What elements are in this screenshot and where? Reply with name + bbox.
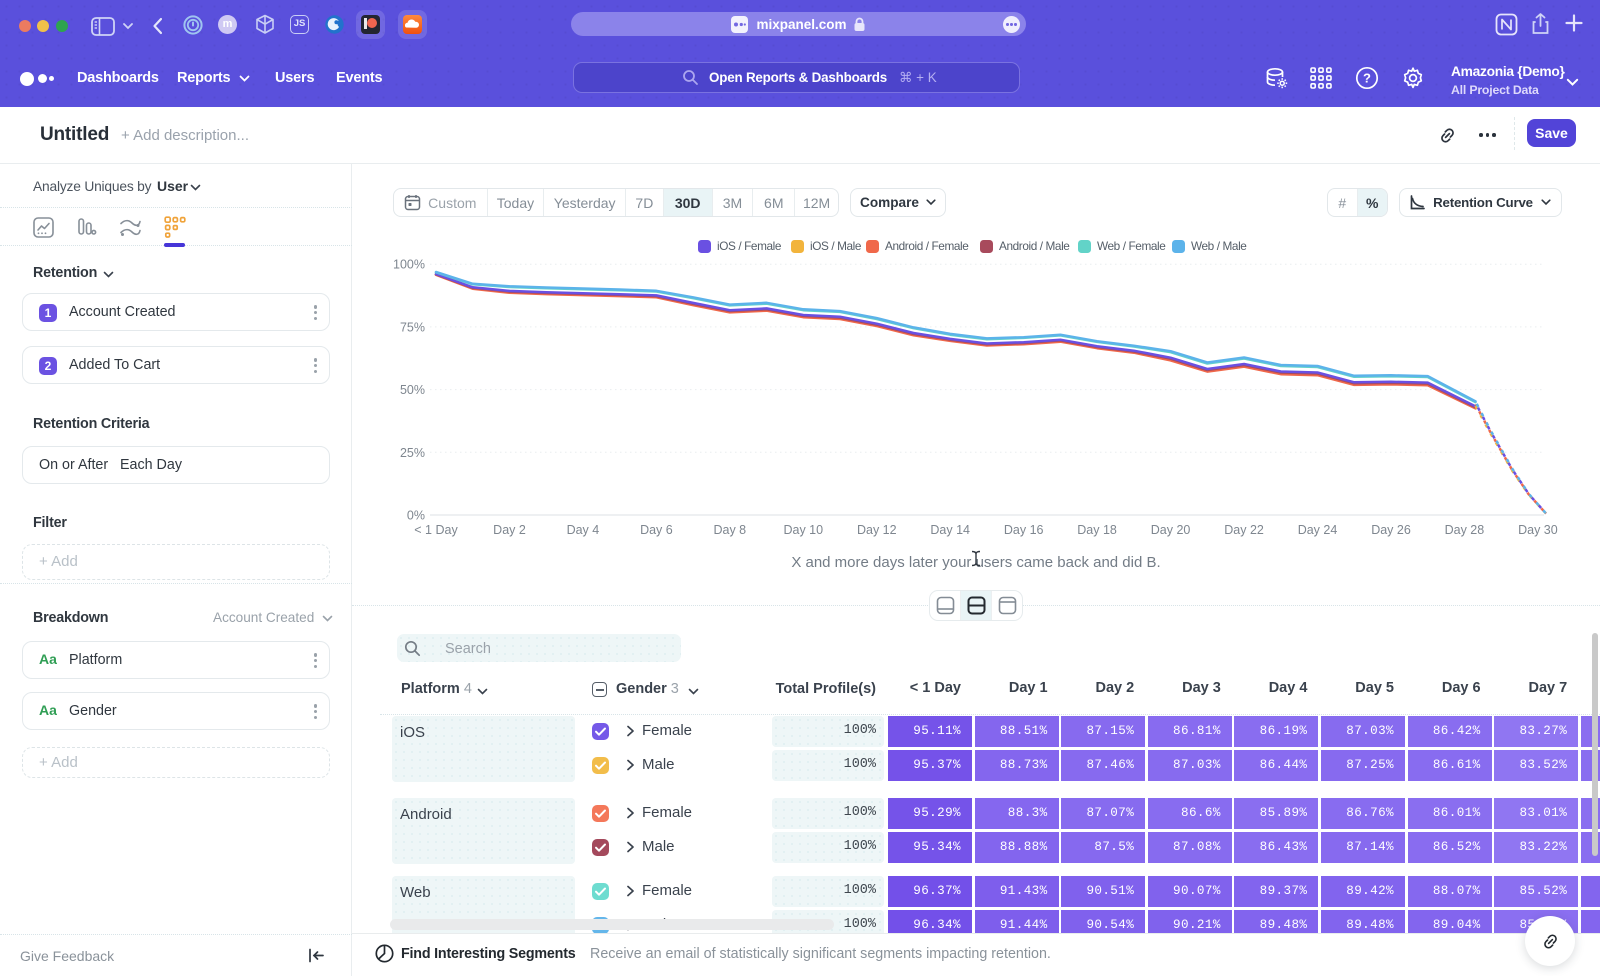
- svg-text:Day 6: Day 6: [640, 523, 673, 537]
- svg-text:Day 24: Day 24: [1298, 523, 1338, 537]
- svg-text:Day 26: Day 26: [1371, 523, 1411, 537]
- svg-text:?: ?: [1363, 71, 1371, 86]
- svg-text:Day 12: Day 12: [857, 523, 897, 537]
- svg-text:25%: 25%: [400, 446, 425, 460]
- svg-text:Day 14: Day 14: [930, 523, 970, 537]
- svg-text:Day 28: Day 28: [1445, 523, 1485, 537]
- svg-text:50%: 50%: [400, 383, 425, 397]
- svg-text:Day 22: Day 22: [1224, 523, 1264, 537]
- svg-text:Day 18: Day 18: [1077, 523, 1117, 537]
- svg-text:< 1 Day: < 1 Day: [414, 523, 458, 537]
- svg-text:100%: 100%: [393, 258, 425, 272]
- svg-text:0%: 0%: [407, 509, 425, 523]
- svg-text:Day 20: Day 20: [1151, 523, 1191, 537]
- svg-text:Day 30: Day 30: [1518, 523, 1558, 537]
- svg-text:75%: 75%: [400, 320, 425, 334]
- svg-text:Day 16: Day 16: [1004, 523, 1044, 537]
- svg-text:Day 10: Day 10: [783, 523, 823, 537]
- svg-text:Day 8: Day 8: [713, 523, 746, 537]
- svg-text:Day 4: Day 4: [567, 523, 600, 537]
- svg-text:Day 2: Day 2: [493, 523, 526, 537]
